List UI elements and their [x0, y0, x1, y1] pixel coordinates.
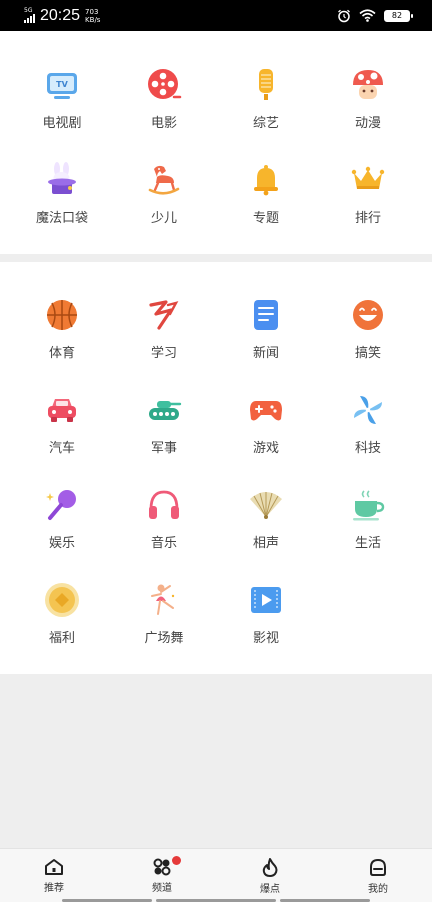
channel-label: 电影 [150, 116, 177, 131]
rocking-horse-icon [146, 162, 182, 198]
channel-military[interactable]: 军事 [110, 392, 218, 472]
channel-tech[interactable]: 科技 [314, 392, 422, 472]
home-icon [45, 859, 63, 875]
channel-tv-series[interactable]: TV 电视剧 [8, 67, 116, 147]
channel-label: 学习 [150, 346, 177, 361]
coffee-cup-icon [350, 487, 386, 523]
svg-text:TV: TV [56, 80, 68, 89]
channel-label: 影视 [252, 631, 279, 646]
category-section-main: TV 电视剧 电影 综艺 动漫 魔法口袋 少儿 专题 排行 [0, 31, 432, 254]
mushroom-icon [350, 67, 386, 103]
battery-level: 82 [391, 11, 403, 20]
microphone-icon [248, 67, 284, 103]
basketball-icon [44, 297, 80, 333]
channel-anime[interactable]: 动漫 [314, 67, 422, 147]
laugh-face-icon [350, 297, 386, 333]
signal-bars-icon [24, 14, 35, 23]
channel-lifestyle[interactable]: 生活 [314, 487, 422, 567]
bottom-navigation: 推荐 频道 爆点 我的 [0, 848, 432, 902]
nav-tab-mine[interactable]: 我的 [324, 849, 432, 902]
channel-auto[interactable]: 汽车 [8, 392, 116, 472]
channel-music[interactable]: 音乐 [110, 487, 218, 567]
signal-indicator: 5G [24, 8, 35, 23]
nav-label: 频道 [152, 883, 172, 894]
channel-label: 新闻 [252, 346, 279, 361]
channel-kids[interactable]: 少儿 [110, 162, 218, 242]
channel-label: 综艺 [252, 116, 279, 131]
channel-label: 专题 [252, 211, 279, 226]
channel-label: 军事 [150, 441, 177, 456]
channel-label: 汽车 [48, 441, 75, 456]
video-play-icon [248, 582, 284, 618]
channel-label: 体育 [48, 346, 75, 361]
category-section-more: 体育 学习 新闻 搞笑 汽车 军事 游戏 科技 娱乐 音乐 相声 生活 福利 广… [0, 262, 432, 674]
channel-label: 动漫 [354, 116, 381, 131]
speed-unit: KB/s [85, 15, 101, 24]
channel-crosstalk[interactable]: 相声 [212, 487, 320, 567]
bell-icon [248, 162, 284, 198]
channel-topics[interactable]: 专题 [212, 162, 320, 242]
news-icon [248, 297, 284, 333]
channels-icon [153, 858, 171, 876]
channel-square-dance[interactable]: 广场舞 [110, 582, 218, 662]
headphones-icon [146, 487, 182, 523]
channel-label: 福利 [48, 631, 75, 646]
folding-fan-icon [248, 487, 284, 523]
channel-entertainment[interactable]: 娱乐 [8, 487, 116, 567]
channel-label: 搞笑 [354, 346, 381, 361]
channel-welfare[interactable]: 福利 [8, 582, 116, 662]
channel-news[interactable]: 新闻 [212, 297, 320, 377]
channel-label: 生活 [354, 536, 381, 551]
alarm-icon [338, 9, 350, 22]
status-bar: 5G 20:25 703 KB/s 82 [0, 0, 432, 31]
car-icon [44, 392, 80, 428]
channel-film-tv[interactable]: 影视 [212, 582, 320, 662]
channel-magic-pocket[interactable]: 魔法口袋 [8, 162, 116, 242]
nav-tab-recommended[interactable]: 推荐 [0, 849, 108, 902]
channel-label: 音乐 [150, 536, 177, 551]
learning-icon [146, 297, 182, 333]
channel-variety[interactable]: 综艺 [212, 67, 320, 147]
pinwheel-icon [350, 392, 386, 428]
channel-label: 魔法口袋 [35, 211, 88, 226]
gamepad-icon [248, 392, 284, 428]
channel-label: 游戏 [252, 441, 279, 456]
battery-icon: 82 [384, 9, 413, 22]
flame-icon [262, 858, 278, 877]
nav-label: 推荐 [44, 883, 64, 894]
speed-value: 703 [85, 7, 99, 16]
nav-label: 我的 [368, 884, 388, 895]
channel-learning[interactable]: 学习 [110, 297, 218, 377]
magic-hat-icon [44, 162, 80, 198]
karaoke-mic-icon [44, 487, 80, 523]
dancer-icon [146, 582, 182, 618]
channel-label: 广场舞 [144, 631, 184, 646]
crown-icon [350, 162, 386, 198]
channel-ranking[interactable]: 排行 [314, 162, 422, 242]
profile-icon [370, 858, 386, 876]
channel-sports[interactable]: 体育 [8, 297, 116, 377]
nav-tab-channels[interactable]: 频道 [108, 849, 216, 902]
channel-label: 电视剧 [42, 116, 82, 131]
network-speed: 703 KB/s [85, 8, 100, 24]
notification-dot [172, 856, 181, 865]
channel-movie[interactable]: 电影 [110, 67, 218, 147]
channel-games[interactable]: 游戏 [212, 392, 320, 472]
tank-icon [146, 392, 182, 428]
channel-label: 相声 [252, 536, 279, 551]
film-reel-icon [146, 67, 182, 103]
channel-label: 娱乐 [48, 536, 75, 551]
channel-funny[interactable]: 搞笑 [314, 297, 422, 377]
channel-label: 排行 [354, 211, 381, 226]
nav-tab-hot[interactable]: 爆点 [216, 849, 324, 902]
channel-label: 科技 [354, 441, 381, 456]
channel-label: 少儿 [150, 211, 177, 226]
coin-icon [44, 582, 80, 618]
wifi-icon [359, 9, 376, 22]
tv-icon: TV [44, 67, 80, 103]
nav-label: 爆点 [260, 884, 280, 895]
clock: 20:25 [40, 6, 81, 24]
